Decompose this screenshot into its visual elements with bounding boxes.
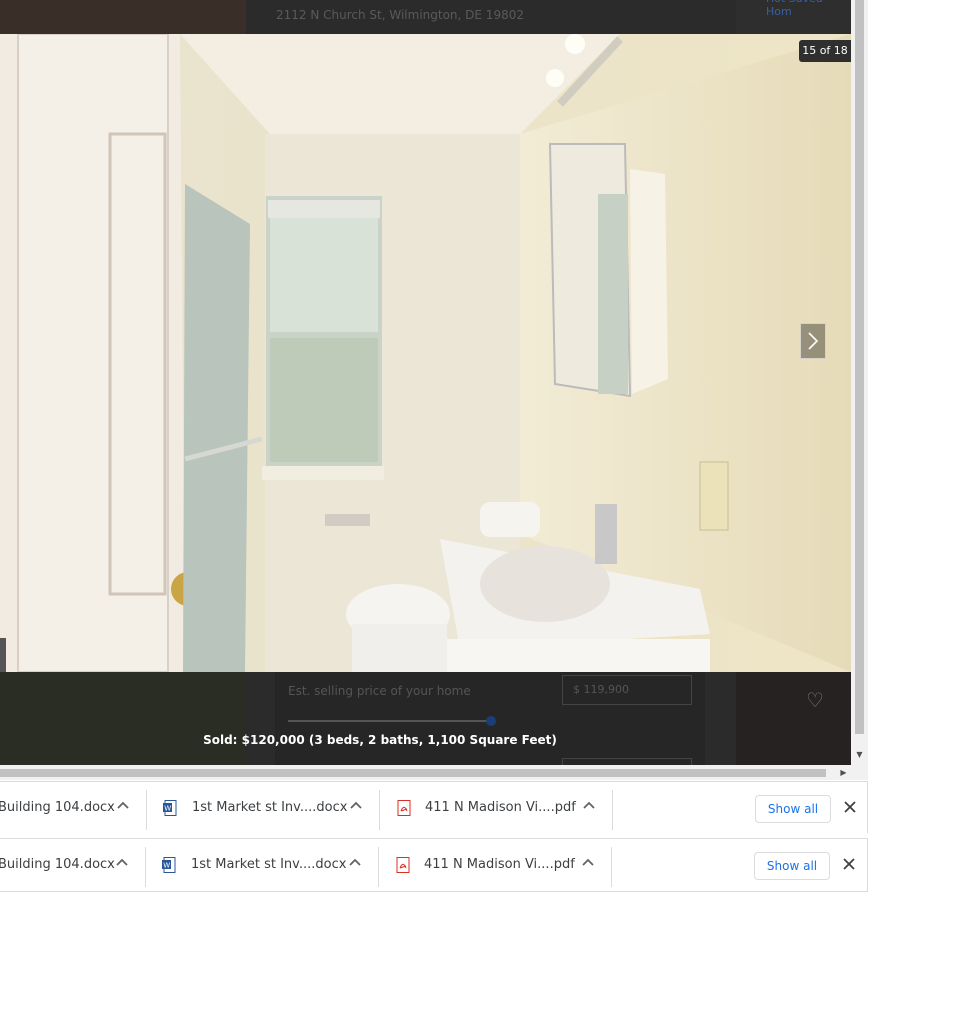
background-thumbnail	[0, 0, 246, 34]
download-item-name[interactable]: Building 104.docx	[0, 857, 115, 872]
prev-photo-edge[interactable]	[0, 638, 6, 672]
chevron-right-icon	[808, 332, 819, 350]
chevron-up-icon[interactable]	[115, 798, 131, 814]
download-item-name[interactable]: 411 N Madison Vi....pdf	[424, 857, 575, 872]
background-thumbnail	[0, 672, 246, 765]
vertical-scrollbar-thumb[interactable]	[855, 0, 864, 734]
download-item[interactable]: 411 N Madison Vi....pdf	[380, 782, 612, 834]
close-icon[interactable]	[843, 800, 857, 814]
show-all-button[interactable]: Show all	[754, 852, 830, 880]
pdf-file-icon	[396, 857, 410, 873]
divider	[611, 847, 612, 887]
chevron-up-icon[interactable]	[114, 855, 130, 871]
svg-text:W: W	[163, 862, 170, 870]
scroll-down-arrow-icon[interactable]: ▼	[854, 749, 865, 760]
close-icon[interactable]	[842, 857, 856, 871]
word-file-icon: W	[163, 800, 177, 816]
show-all-button[interactable]: Show all	[755, 795, 831, 823]
download-item[interactable]: 411 N Madison Vi....pdf	[379, 839, 611, 891]
pdf-file-icon	[397, 800, 411, 816]
download-bar: Building 104.docx W 1st Market st Inv...…	[0, 781, 868, 833]
chevron-up-icon[interactable]	[581, 798, 597, 814]
chevron-up-icon[interactable]	[580, 855, 596, 871]
estimate-slider-knob[interactable]	[486, 716, 496, 726]
download-item[interactable]: Building 104.docx	[0, 839, 145, 891]
next-photo-button[interactable]	[800, 323, 826, 359]
scrollbar-corner	[851, 765, 868, 780]
chevron-up-icon[interactable]	[347, 855, 363, 871]
bathroom-photo	[0, 34, 851, 672]
scroll-right-arrow-icon[interactable]: ▶	[838, 767, 849, 778]
horizontal-scrollbar-thumb[interactable]	[0, 769, 826, 777]
photo-counter: 15 of 18	[799, 40, 851, 62]
estimate-label: Est. selling price of your home	[288, 684, 471, 698]
download-item[interactable]: W 1st Market st Inv....docx	[147, 782, 379, 834]
download-item-name[interactable]: Building 104.docx	[0, 800, 115, 815]
download-item[interactable]: W 1st Market st Inv....docx	[146, 839, 378, 891]
chevron-up-icon[interactable]	[348, 798, 364, 814]
download-item-name[interactable]: 411 N Madison Vi....pdf	[425, 800, 576, 815]
download-bar: Building 104.docx W 1st Market st Inv...…	[0, 838, 868, 892]
saved-homes-link[interactable]: Hot Saved Hom	[766, 0, 851, 18]
heart-icon[interactable]: ♡	[806, 688, 824, 712]
download-item[interactable]: Building 104.docx	[0, 782, 146, 834]
browser-viewport: 2112 N Church St, Wilmington, DE 19802 H…	[0, 0, 868, 780]
vertical-scrollbar[interactable]: ▼	[851, 0, 868, 765]
estimate-input[interactable]: $ 119,900	[562, 675, 692, 705]
gallery-photo	[0, 34, 851, 672]
photo-caption: Sold: $120,000 (3 beds, 2 baths, 1,100 S…	[203, 733, 557, 747]
download-item-name[interactable]: 1st Market st Inv....docx	[191, 857, 346, 872]
word-file-icon: W	[162, 857, 176, 873]
listing-address: 2112 N Church St, Wilmington, DE 19802	[276, 8, 524, 22]
estimate-slider-track[interactable]	[288, 720, 488, 722]
svg-text:W: W	[164, 805, 171, 813]
download-item-name[interactable]: 1st Market st Inv....docx	[192, 800, 347, 815]
divider	[612, 790, 613, 830]
horizontal-scrollbar[interactable]: ▶	[0, 765, 868, 780]
background-thumbnail	[736, 672, 851, 765]
